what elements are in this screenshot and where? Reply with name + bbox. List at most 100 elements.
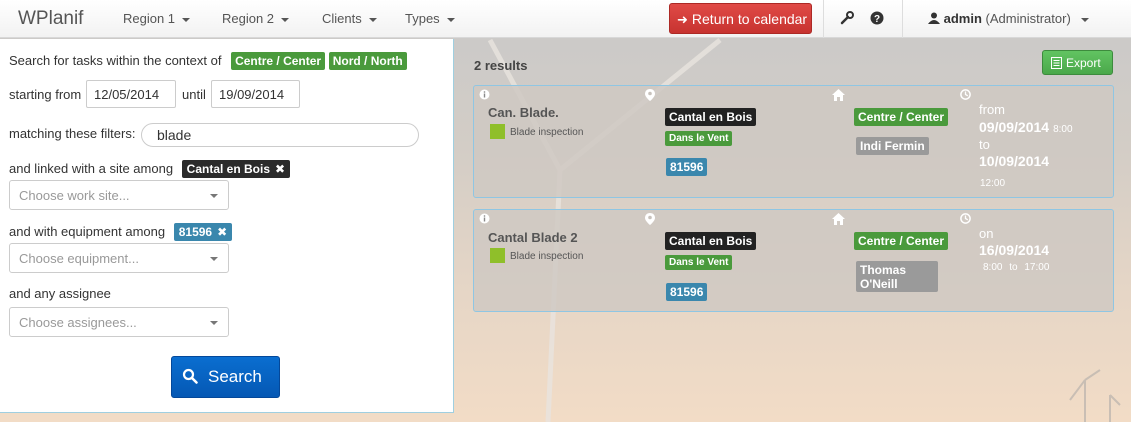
clock-icon (960, 213, 971, 224)
task-type-swatch (490, 124, 505, 139)
task-type-label: Blade inspection (510, 251, 584, 262)
info-icon (479, 89, 490, 100)
help-icon[interactable]: ? (870, 11, 884, 25)
task-title[interactable]: Cantal Blade 2 (488, 230, 578, 245)
work-site-placeholder: Choose work site... (19, 188, 130, 203)
menu-region-1[interactable]: Region 1 (123, 11, 191, 26)
equipment-label: 81596 (666, 283, 708, 301)
starting-from-label: starting from (9, 87, 82, 102)
search-panel: Search for tasks within the context of C… (0, 39, 454, 413)
user-menu[interactable]: admin (Administrator) (928, 11, 1090, 26)
info-icon (479, 213, 490, 224)
chevron-down-icon (182, 17, 191, 22)
start-date-input[interactable]: 12/05/2014 (86, 80, 176, 108)
equipment-row: and with equipment among 81596 ✖ (9, 223, 233, 241)
result-card[interactable]: Cantal Blade 2 Blade inspection Cantal e… (473, 209, 1114, 312)
context-tag-nord: Nord / North (328, 52, 407, 70)
equipment-label: 81596 (666, 158, 708, 176)
navbar-divider (902, 0, 903, 38)
subsite-label: Dans le Vent (665, 255, 733, 270)
return-to-calendar-button[interactable]: ➜ Return to calendar (669, 3, 812, 34)
chevron-down-icon (210, 257, 218, 261)
from-date: 09/09/2014 (979, 119, 1050, 135)
subsite-label: Dans le Vent (665, 131, 733, 146)
home-icon (832, 89, 845, 101)
equipment-select[interactable]: Choose equipment... (9, 243, 229, 273)
site-chip-label: Cantal en Bois (186, 162, 271, 176)
menu-types[interactable]: Types (405, 11, 455, 26)
equipment-chip-label: 81596 (178, 225, 213, 239)
user-name: admin (943, 11, 982, 26)
context-label: Centre / Center (854, 232, 949, 250)
equipment-chip: 81596 ✖ (173, 223, 233, 241)
from-time: 8:00 (1053, 124, 1073, 135)
remove-icon[interactable]: ✖ (217, 225, 227, 239)
arrow-left-icon: ➜ (677, 12, 688, 27)
home-icon (832, 213, 845, 225)
map-marker-icon (645, 213, 655, 225)
chevron-down-icon (1081, 17, 1090, 22)
results-count: 2 results (474, 58, 528, 73)
clock-icon (960, 89, 971, 100)
menu-clients[interactable]: Clients (322, 11, 377, 26)
on-label: on (979, 226, 994, 241)
context-label: Centre / Center (854, 108, 949, 126)
site-chip: Cantal en Bois ✖ (181, 160, 291, 178)
chevron-down-icon (281, 17, 290, 22)
assignee-last-name: O'Neill (860, 277, 898, 291)
filters-label: matching these filters: (9, 126, 136, 141)
user-icon (928, 12, 940, 24)
menu-label: Region 2 (222, 11, 275, 26)
equipment-label: and with equipment among (9, 224, 166, 239)
menu-label: Clients (322, 11, 362, 26)
navbar-divider (823, 0, 824, 38)
task-date: 16/09/2014 (979, 242, 1050, 258)
site-label: and linked with a site among (9, 161, 174, 176)
search-button[interactable]: Search (171, 356, 280, 398)
to-date: 10/09/2014 (979, 153, 1050, 169)
end-date-input[interactable]: 19/09/2014 (211, 80, 300, 108)
top-navbar: WPlanif Region 1 Region 2 Clients Types … (0, 0, 1131, 38)
wrench-icon[interactable] (840, 11, 854, 25)
menu-label: Region 1 (123, 11, 176, 26)
assignee-label: Thomas O'Neill (856, 261, 938, 292)
work-site-select[interactable]: Choose work site... (9, 180, 229, 210)
svg-text:?: ? (874, 14, 880, 25)
brand-logo[interactable]: WPlanif (18, 8, 83, 30)
menu-label: Types (405, 11, 440, 26)
site-label: Cantal en Bois (665, 108, 757, 126)
chevron-down-icon (210, 194, 218, 198)
task-title[interactable]: Can. Blade. (488, 105, 559, 120)
chevron-down-icon (446, 17, 455, 22)
assignee-first-name: Thomas (860, 263, 907, 277)
to-word: to (1009, 262, 1018, 273)
end-time: 17:00 (1024, 262, 1050, 273)
until-label: until (182, 87, 206, 102)
task-type-swatch (490, 248, 505, 263)
from-datetime: 09/09/2014 8:00 (979, 119, 1073, 135)
filter-text-input[interactable]: blade (141, 123, 419, 147)
assignee-select[interactable]: Choose assignees... (9, 307, 229, 337)
context-row: Search for tasks within the context of C… (9, 52, 407, 70)
search-icon (182, 368, 198, 384)
task-type-label: Blade inspection (510, 127, 584, 138)
user-role: (Administrator) (985, 11, 1071, 26)
site-label: Cantal en Bois (665, 232, 757, 250)
chevron-down-icon (210, 321, 218, 325)
assignee-label: and any assignee (9, 286, 111, 301)
to-label: to (979, 137, 990, 152)
export-button-label: Export (1066, 56, 1101, 70)
assignee-label: Indi Fermin (856, 137, 929, 155)
context-tag-centre: Centre / Center (231, 52, 326, 70)
context-label: Search for tasks within the context of (9, 53, 222, 68)
result-card[interactable]: Can. Blade. Blade inspection Cantal en B… (473, 85, 1114, 198)
chevron-down-icon (368, 17, 377, 22)
menu-region-2[interactable]: Region 2 (222, 11, 290, 26)
return-button-label: Return to calendar (691, 11, 808, 27)
export-button[interactable]: Export (1042, 50, 1113, 75)
from-label: from (979, 102, 1005, 117)
map-marker-icon (645, 89, 655, 101)
start-time: 8:00 (983, 262, 1003, 273)
to-time: 12:00 (980, 178, 1006, 189)
remove-icon[interactable]: ✖ (275, 162, 285, 176)
